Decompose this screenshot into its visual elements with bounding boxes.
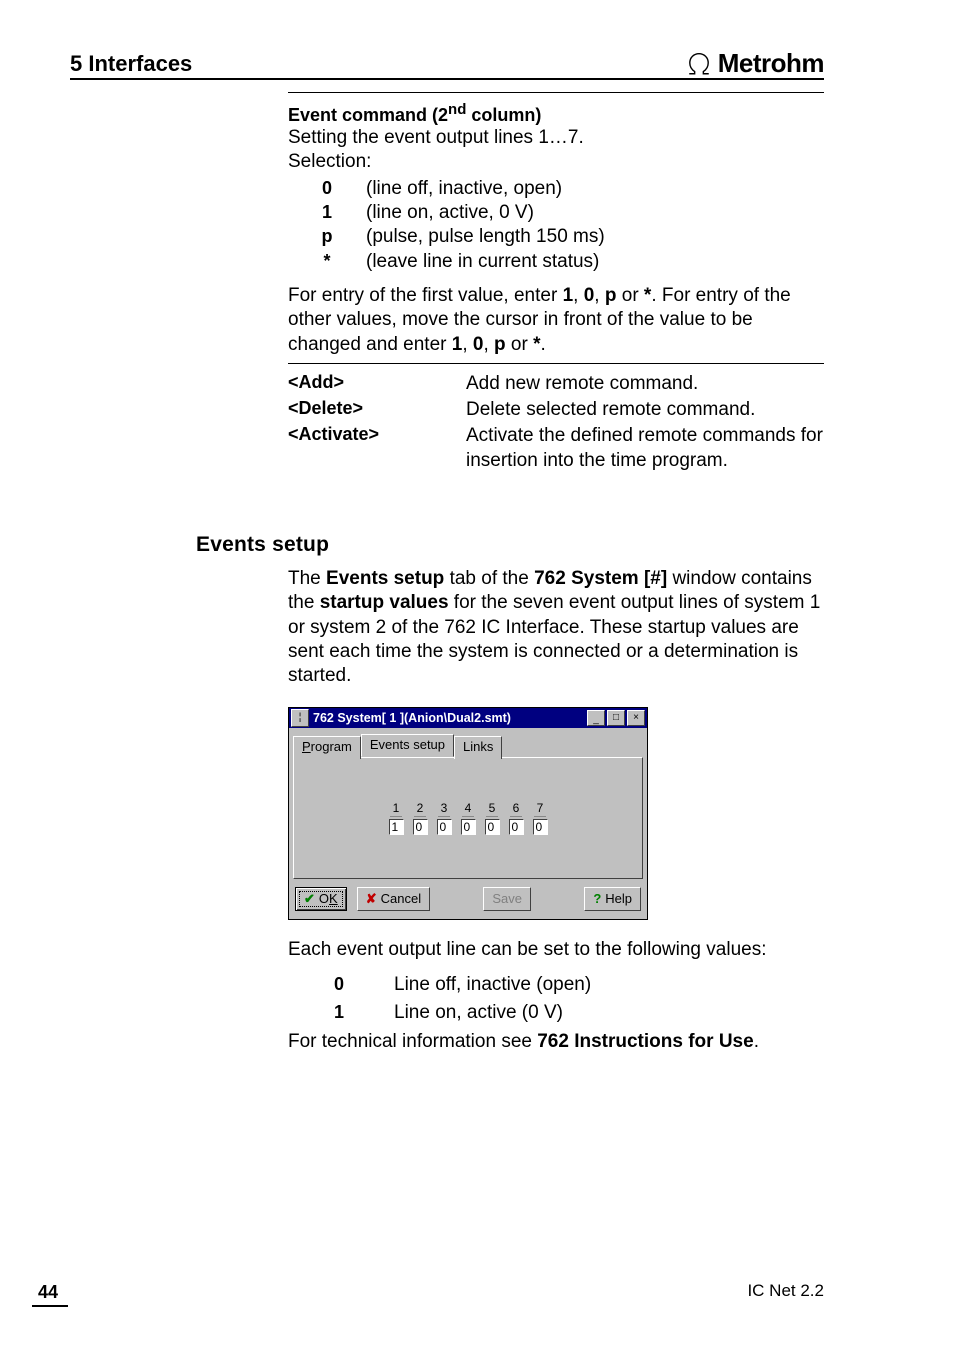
event-line-input-6[interactable]: 0 (509, 819, 524, 835)
header-rule (70, 78, 824, 80)
selection-table: 0(line off, inactive, open) 1(line on, a… (288, 177, 824, 274)
question-icon: ? (593, 891, 601, 906)
ok-button[interactable]: ✔OK (295, 887, 347, 911)
brand-text: Metrohm (718, 48, 824, 79)
omega-icon (686, 51, 712, 77)
add-command-term: <Add> (288, 372, 466, 396)
selection-desc: (line on, active, 0 V) (366, 201, 824, 225)
value-desc: Line off, inactive (open) (394, 974, 824, 996)
divider (288, 363, 824, 364)
event-line-input-5[interactable]: 0 (485, 819, 500, 835)
event-line-input-2[interactable]: 0 (413, 819, 428, 835)
section-divider (288, 92, 824, 93)
brand-logo: Metrohm (686, 48, 824, 79)
window-titlebar[interactable]: ¦ 762 System[ 1 ](Anion\Dual2.smt) _ □ × (289, 708, 647, 728)
value-key: 1 (334, 1002, 394, 1024)
selection-key: 0 (288, 177, 366, 201)
activate-command-desc: Activate the defined remote commands for… (466, 424, 824, 473)
selection-desc: (pulse, pulse length 150 ms) (366, 225, 824, 249)
maximize-button[interactable]: □ (607, 710, 625, 726)
event-line-input-3[interactable]: 0 (437, 819, 452, 835)
events-setup-heading: Events setup (196, 533, 824, 557)
tab-panel: 11 20 30 40 50 60 70 (293, 757, 643, 879)
page-number: 44 (32, 1282, 68, 1307)
product-version: IC Net 2.2 (747, 1281, 824, 1301)
system-menu-icon[interactable]: ¦ (291, 709, 309, 727)
selection-key: p (288, 225, 366, 249)
event-line-input-4[interactable]: 0 (461, 819, 476, 835)
line-number: 6 (510, 801, 523, 817)
selection-key: * (288, 250, 366, 274)
line-number: 3 (438, 801, 451, 817)
tab-events-setup[interactable]: Events setup (361, 734, 454, 757)
event-command-intro: Setting the event output lines 1…7. (288, 126, 824, 150)
cross-icon: ✘ (366, 891, 377, 907)
save-button[interactable]: Save (483, 887, 531, 911)
minimize-button[interactable]: _ (587, 710, 605, 726)
event-line-input-1[interactable]: 1 (389, 819, 404, 835)
event-lines: 11 20 30 40 50 60 70 (389, 801, 548, 835)
entry-instructions: For entry of the first value, enter 1, 0… (288, 284, 824, 357)
delete-command-term: <Delete> (288, 398, 466, 422)
event-line-input-7[interactable]: 0 (533, 819, 548, 835)
add-command-desc: Add new remote command. (466, 372, 824, 396)
help-button[interactable]: ?Help (584, 887, 641, 911)
events-setup-paragraph: The Events setup tab of the 762 System [… (288, 567, 824, 689)
value-list: 0Line off, inactive (open) 1Line on, act… (334, 974, 824, 1024)
section-header: 5 Interfaces (70, 51, 192, 77)
value-key: 0 (334, 974, 394, 996)
delete-command-desc: Delete selected remote command. (466, 398, 824, 422)
window-title: 762 System[ 1 ](Anion\Dual2.smt) (313, 711, 585, 725)
activate-command-term: <Activate> (288, 424, 466, 473)
cancel-button[interactable]: ✘Cancel (357, 887, 430, 911)
line-number: 2 (414, 801, 427, 817)
event-command-title: Event command (2nd column) (288, 101, 824, 126)
tab-strip: Program Events setup Links (289, 728, 647, 757)
value-desc: Line on, active (0 V) (394, 1002, 824, 1024)
event-command-selection-label: Selection: (288, 150, 824, 174)
selection-desc: (leave line in current status) (366, 250, 824, 274)
events-setup-window: ¦ 762 System[ 1 ](Anion\Dual2.smt) _ □ ×… (288, 707, 648, 920)
selection-key: 1 (288, 201, 366, 225)
tab-program[interactable]: Program (293, 736, 361, 759)
line-number: 1 (390, 801, 403, 817)
checkmark-icon: ✔ (304, 891, 315, 907)
line-number: 5 (486, 801, 499, 817)
line-number: 4 (462, 801, 475, 817)
selection-desc: (line off, inactive, open) (366, 177, 824, 201)
close-button[interactable]: × (627, 710, 645, 726)
tab-links[interactable]: Links (454, 736, 502, 759)
technical-info-reference: For technical information see 762 Instru… (288, 1030, 824, 1054)
values-intro: Each event output line can be set to the… (288, 938, 824, 962)
line-number: 7 (534, 801, 547, 817)
